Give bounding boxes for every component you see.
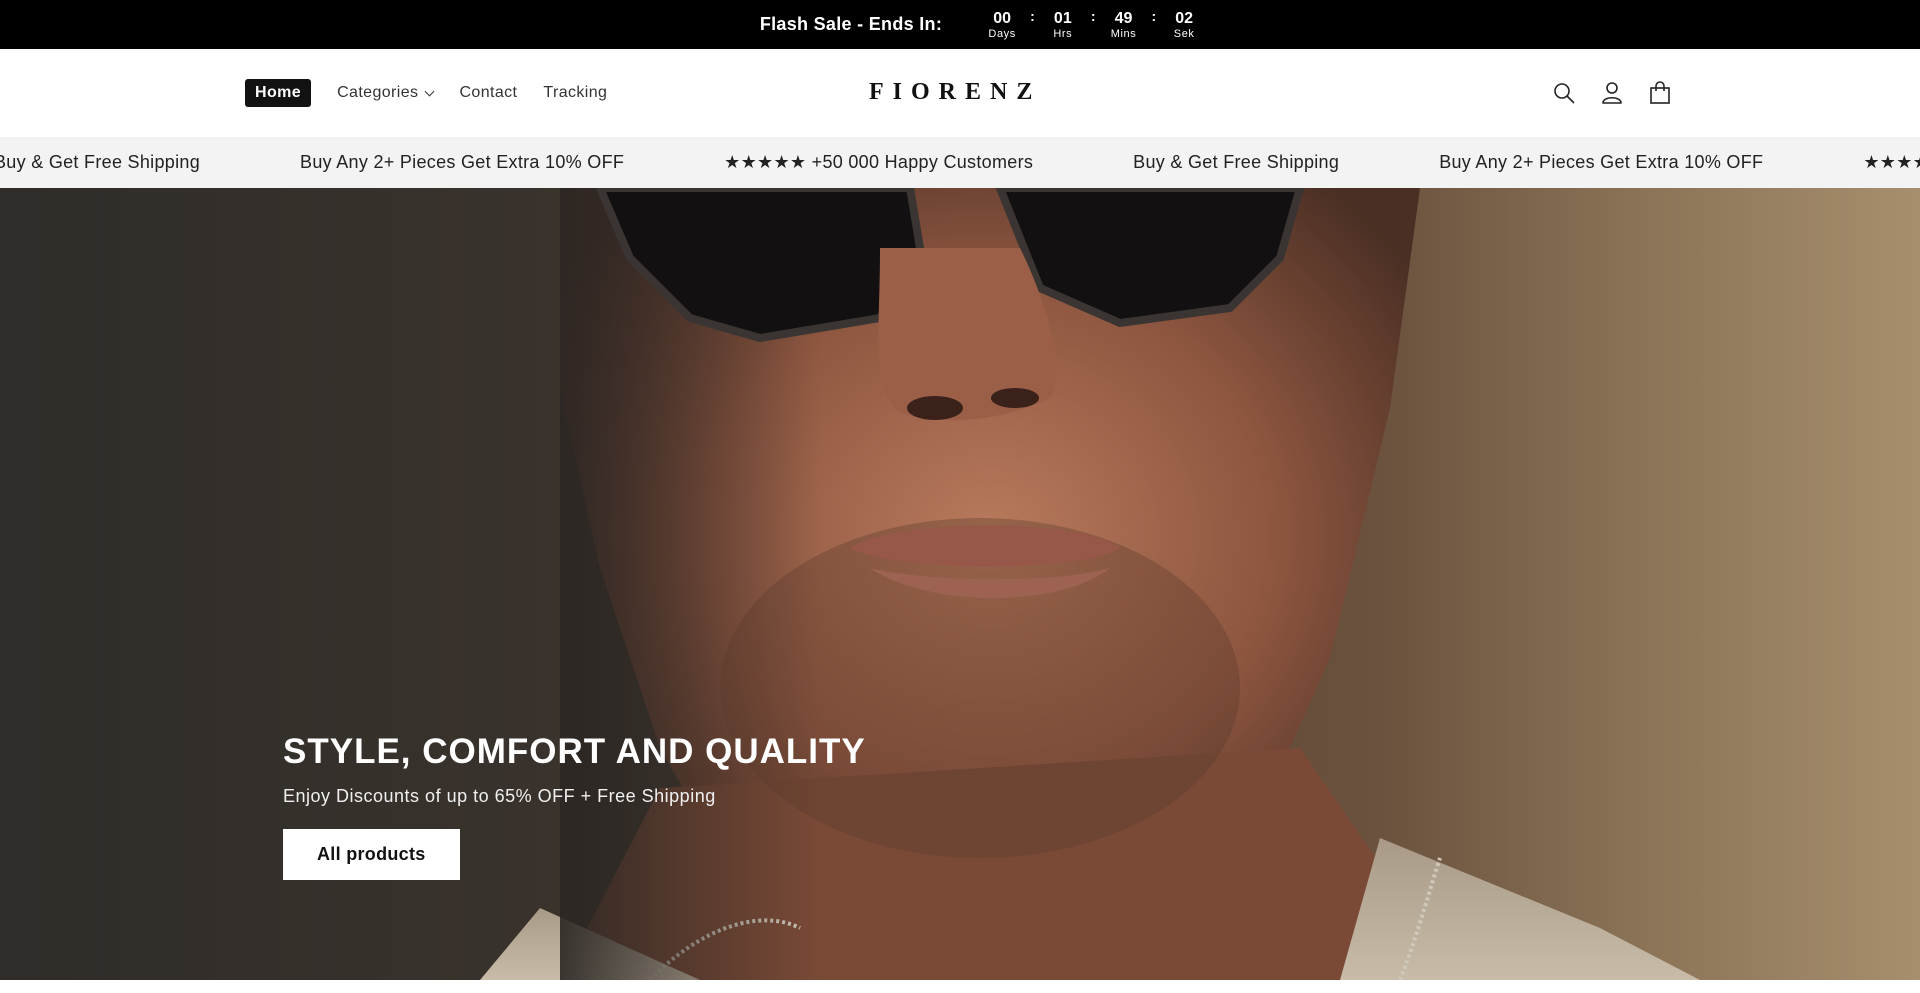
account-icon[interactable] — [1600, 80, 1624, 106]
hero-content: STYLE, COMFORT AND QUALITY Enjoy Discoun… — [283, 732, 866, 880]
nav-categories-dropdown[interactable]: Categories — [337, 84, 435, 102]
marquee-item: Buy Any 2+ Pieces Get Extra 10% OFF — [1439, 152, 1764, 172]
main-nav: Home Categories Contact Tracking — [245, 79, 607, 107]
nav-tracking-link[interactable]: Tracking — [543, 84, 607, 102]
countdown-separator: : — [1090, 7, 1096, 24]
countdown-seconds-label: Sek — [1173, 27, 1195, 40]
countdown-minutes-label: Mins — [1110, 27, 1137, 40]
announcement-marquee: Buy & Get Free Shipping Buy Any 2+ Piece… — [0, 137, 1920, 188]
site-logo[interactable]: FIORENZ — [869, 79, 1041, 106]
countdown-hours-value: 01 — [1053, 9, 1072, 27]
countdown-separator: : — [1030, 7, 1035, 24]
hero-banner: STYLE, COMFORT AND QUALITY Enjoy Discoun… — [0, 188, 1920, 980]
flash-sale-title: Flash Sale - Ends In: — [759, 14, 943, 34]
nav-categories-label: Categories — [337, 84, 419, 101]
countdown-days-label: Days — [988, 27, 1016, 40]
marquee-item: ★★★★★ +50 000 Happy Customers — [724, 152, 1034, 172]
page-bottom-strip — [0, 980, 1920, 993]
countdown-hours-label: Hrs — [1053, 27, 1073, 40]
countdown-seconds-value: 02 — [1175, 9, 1194, 27]
marquee-item: Buy & Get Free Shipping — [0, 152, 201, 172]
chevron-down-icon — [424, 86, 435, 96]
countdown-minutes-value: 49 — [1114, 9, 1133, 27]
hero-title: STYLE, COMFORT AND QUALITY — [283, 732, 866, 771]
marquee-track: Buy & Get Free Shipping Buy Any 2+ Piece… — [0, 137, 1920, 188]
countdown-hours: 01 Hrs — [1045, 10, 1081, 40]
cart-icon[interactable] — [1648, 80, 1672, 106]
all-products-button[interactable]: All products — [283, 829, 460, 880]
marquee-item: Buy Any 2+ Pieces Get Extra 10% OFF — [300, 152, 625, 172]
countdown-days-value: 00 — [993, 9, 1012, 27]
countdown-separator: : — [1151, 7, 1157, 24]
search-icon[interactable] — [1552, 80, 1576, 106]
flash-sale-bar: Flash Sale - Ends In: 00 Days : 01 Hrs :… — [0, 0, 1920, 49]
countdown-days: 00 Days — [984, 10, 1020, 40]
nav-home-link[interactable]: Home — [245, 79, 312, 107]
countdown-timer: 00 Days : 01 Hrs : 49 Mins : 02 Sek — [984, 7, 1202, 40]
nav-contact-link[interactable]: Contact — [459, 84, 517, 102]
hero-subtitle: Enjoy Discounts of up to 65% OFF + Free … — [283, 786, 716, 806]
marquee-item: ★★★★★ +50 000 Happy Customers — [1863, 152, 1920, 172]
site-header: Home Categories Contact Tracking FIORENZ — [0, 49, 1920, 137]
countdown-seconds: 02 Sek — [1166, 10, 1202, 40]
header-actions — [1552, 80, 1672, 106]
marquee-item: Buy & Get Free Shipping — [1133, 152, 1340, 172]
countdown-minutes: 49 Mins — [1106, 10, 1142, 40]
